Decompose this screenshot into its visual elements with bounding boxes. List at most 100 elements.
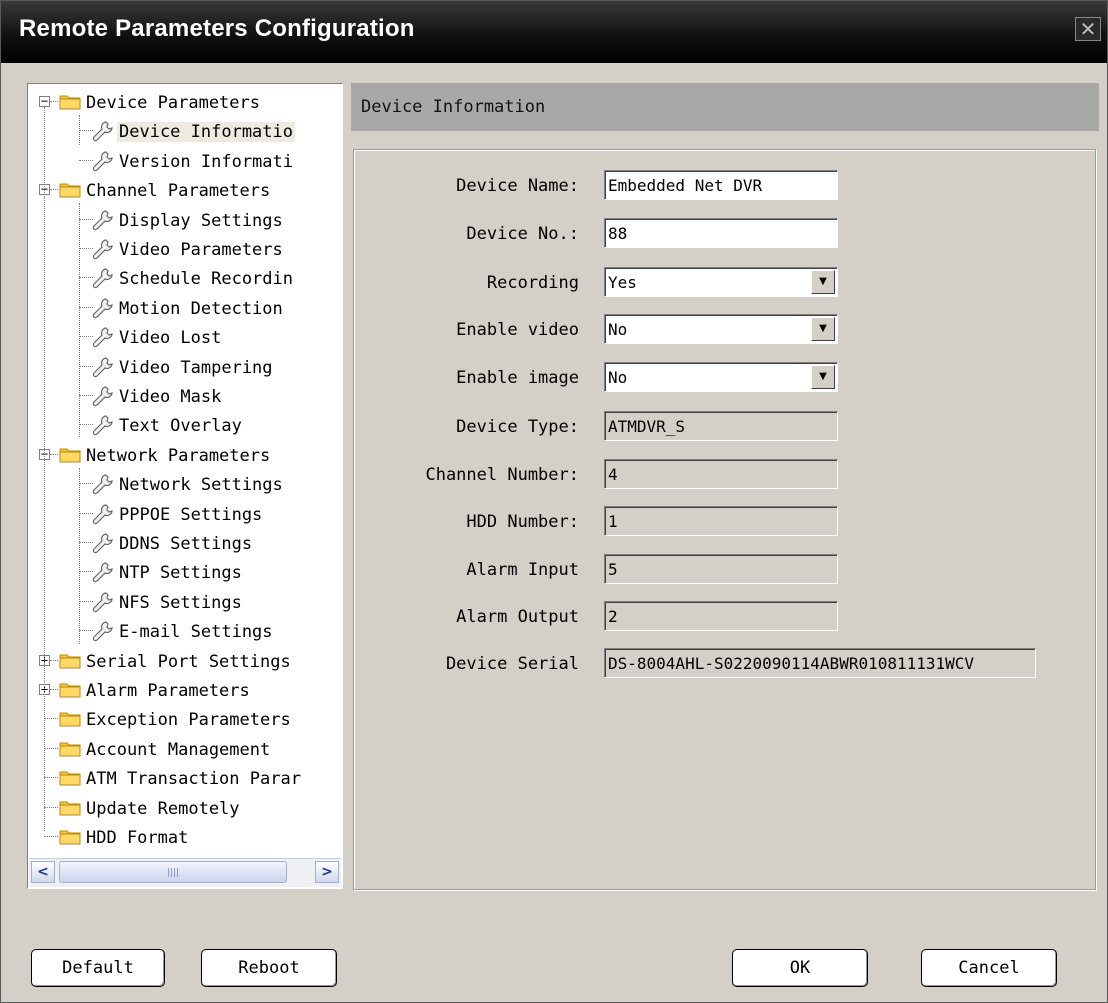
tree-item-label: PPPOE Settings [119, 504, 263, 525]
wrench-icon [91, 120, 113, 142]
tree-leaf-item[interactable]: Version Informati [29, 147, 341, 176]
tree-leaf-item[interactable]: NTP Settings [29, 558, 341, 587]
enable-image-value: No [608, 368, 628, 387]
device-no-label: Device No.: [466, 224, 579, 244]
wrench-icon [91, 150, 113, 172]
dropdown-arrow-icon[interactable]: ▼ [811, 270, 835, 294]
device-type-value: ATMDVR_S [608, 417, 686, 436]
device-type-field: ATMDVR_S [604, 411, 838, 441]
wrench-icon [91, 414, 113, 436]
tree-folder-item[interactable]: − Network Parameters [29, 441, 341, 470]
tree-item-label: ATM Transaction Parar [86, 769, 301, 790]
remote-config-dialog: Remote Parameters Configuration ✕ − Devic… [0, 0, 1108, 1003]
folder-icon [59, 798, 81, 816]
tree-leaf-item[interactable]: Device Informatio [29, 117, 341, 146]
tree-folder-item[interactable]: Update Remotely [29, 794, 341, 823]
folder-icon [59, 680, 81, 698]
tree-guide-line [79, 468, 80, 644]
enable-image-select[interactable]: No ▼ [604, 362, 838, 392]
device-serial-field: DS-8004AHL-S0220090114ABWR010811131WCV [604, 648, 1036, 678]
alarm-output-value: 2 [608, 607, 618, 626]
dropdown-arrow-icon[interactable]: ▼ [811, 365, 835, 389]
parameter-tree: − Device Parameters Device Informatio Versi… [27, 83, 343, 889]
alarm-output-label: Alarm Output [456, 607, 579, 627]
device-serial-label: Device Serial [445, 654, 579, 674]
tree-item-label: Schedule Recordin [119, 269, 293, 290]
section-header: Device Information [351, 83, 1099, 131]
tree-item-label: Update Remotely [86, 798, 240, 819]
wrench-icon [91, 297, 113, 319]
ok-button[interactable]: OK [732, 949, 868, 987]
tree-leaf-item[interactable]: Video Tampering [29, 353, 341, 382]
grip-icon [168, 868, 180, 877]
tree-item-label: HDD Format [86, 828, 189, 848]
tree-item-label: Alarm Parameters [86, 681, 250, 701]
hdd-number-field: 1 [604, 506, 838, 536]
tree-folder-item[interactable]: + Serial Port Settings [29, 647, 341, 676]
wrench-icon [91, 532, 113, 554]
tree-leaf-item[interactable]: Video Parameters [29, 235, 341, 264]
enable-video-value: No [608, 320, 628, 339]
cancel-button[interactable]: Cancel [921, 949, 1057, 987]
folder-icon [59, 739, 81, 757]
tree-item-label: Video Lost [119, 328, 222, 349]
tree-folder-item[interactable]: − Device Parameters [29, 88, 341, 117]
scroll-right-button[interactable]: > [315, 861, 339, 883]
tree-leaf-item[interactable]: NFS Settings [29, 588, 341, 617]
recording-value: Yes [608, 273, 637, 292]
scroll-thumb[interactable] [59, 861, 287, 883]
default-button[interactable]: Default [31, 949, 165, 987]
tree-leaf-item[interactable]: Video Mask [29, 382, 341, 411]
tree-folder-item[interactable]: ATM Transaction Parar [29, 764, 341, 793]
tree-folder-item[interactable]: + Alarm Parameters [29, 676, 341, 705]
channel-number-field: 4 [604, 459, 838, 489]
device-name-label: Device Name: [456, 176, 579, 196]
device-no-field[interactable]: 88 [604, 218, 838, 248]
tree-item-label: Video Tampering [119, 357, 273, 378]
tree-leaf-item[interactable]: E-mail Settings [29, 617, 341, 646]
recording-select[interactable]: Yes ▼ [604, 267, 838, 297]
tree-item-label: Display Settings [119, 210, 283, 231]
enable-video-select[interactable]: No ▼ [604, 314, 838, 344]
folder-icon [59, 180, 81, 198]
dropdown-arrow-icon[interactable]: ▼ [811, 317, 835, 341]
alarm-input-field: 5 [604, 554, 838, 584]
alarm-input-label: Alarm Input [466, 560, 579, 580]
tree-connector [50, 101, 58, 102]
tree-connector [44, 718, 58, 720]
tree-item-label: Network Settings [119, 475, 283, 496]
title-bar[interactable]: Remote Parameters Configuration ✕ [1, 1, 1107, 63]
tree-connector [44, 747, 58, 749]
folder-icon [59, 768, 81, 786]
folder-icon [59, 445, 81, 463]
scroll-left-button[interactable]: < [31, 861, 55, 883]
alarm-output-field: 2 [604, 601, 838, 631]
tree-folder-item[interactable]: HDD Format [29, 823, 341, 852]
tree-leaf-item[interactable]: Schedule Recordin [29, 264, 341, 293]
close-button[interactable]: ✕ [1075, 17, 1101, 41]
enable-video-label: Enable video [456, 320, 579, 340]
section-title: Device Information [361, 97, 546, 117]
tree-leaf-item[interactable]: DDNS Settings [29, 529, 341, 558]
device-serial-value: DS-8004AHL-S0220090114ABWR010811131WCV [608, 654, 975, 673]
reboot-button[interactable]: Reboot [201, 949, 337, 987]
horizontal-scrollbar[interactable]: < > [29, 858, 341, 887]
tree-leaf-item[interactable]: Display Settings [29, 206, 341, 235]
folder-icon [59, 651, 81, 669]
wrench-icon [91, 473, 113, 495]
tree-folder-item[interactable]: Exception Parameters [29, 705, 341, 734]
channel-number-label: Channel Number: [425, 465, 579, 485]
device-name-field[interactable]: Embedded Net DVR [604, 170, 838, 200]
tree-leaf-item[interactable]: PPPOE Settings [29, 500, 341, 529]
tree-item-label: Video Parameters [119, 240, 283, 260]
wrench-icon [91, 591, 113, 613]
tree-leaf-item[interactable]: Text Overlay [29, 411, 341, 440]
tree-folder-item[interactable]: Account Management [29, 735, 341, 764]
tree-leaf-item[interactable]: Video Lost [29, 323, 341, 352]
tree-leaf-item[interactable]: Motion Detection [29, 294, 341, 323]
collapse-icon[interactable]: − [39, 95, 50, 107]
tree-folder-item[interactable]: − Channel Parameters [29, 176, 341, 205]
tree-connector [50, 659, 58, 661]
tree-item-label: DDNS Settings [119, 534, 253, 554]
tree-leaf-item[interactable]: Network Settings [29, 470, 341, 499]
